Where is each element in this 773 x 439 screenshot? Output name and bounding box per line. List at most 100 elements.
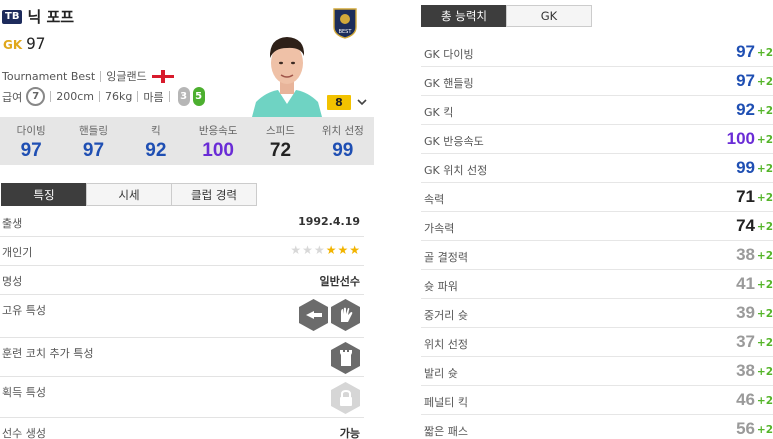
info-row-coach-traits: 훈련 코치 추가 특성 bbox=[0, 338, 364, 377]
attribute-bonus: +2 bbox=[756, 279, 773, 291]
attribute-bonus: +2 bbox=[756, 308, 773, 320]
star-empty-icon: ★ bbox=[302, 243, 313, 257]
season-nation-row: Tournament Best 잉글랜드 bbox=[2, 68, 174, 84]
attribute-bonus: +2 bbox=[756, 105, 773, 117]
divider bbox=[137, 91, 139, 102]
attribute-value: 39 bbox=[736, 303, 755, 322]
star-filled-icon: ★ bbox=[349, 243, 360, 257]
attribute-row: GK 다이빙 97 +2 bbox=[421, 38, 773, 67]
info-label: 고유 특성 bbox=[2, 304, 46, 317]
left-foot-rating: 3 bbox=[177, 87, 190, 106]
attribute-label: 골 결정력 bbox=[424, 251, 468, 264]
reputation-value: 일반선수 bbox=[319, 275, 360, 288]
position-ovr: GK 97 bbox=[3, 34, 45, 53]
creation-value: 가능 bbox=[339, 427, 360, 439]
position-label: GK bbox=[3, 38, 23, 52]
info-label: 획득 특성 bbox=[2, 386, 46, 399]
attribute-value: 71 bbox=[736, 187, 755, 206]
attribute-label: GK 반응속도 bbox=[424, 135, 484, 148]
attribute-bonus: +2 bbox=[756, 192, 773, 204]
info-label: 선수 생성 bbox=[2, 427, 46, 439]
club-logo: BEST bbox=[321, 1, 369, 45]
season-badge: TB bbox=[2, 9, 23, 24]
right-foot-rating: 5 bbox=[192, 87, 205, 106]
stat-speed: 스피드 72 bbox=[249, 117, 311, 165]
nation-name: 잉글랜드 bbox=[106, 70, 147, 83]
attribute-value: 74 bbox=[736, 216, 755, 235]
attribute-row: 발리 슛 38 +2 bbox=[421, 357, 773, 386]
tab-market-price[interactable]: 시세 bbox=[86, 183, 172, 206]
attribute-value: 97 bbox=[736, 42, 755, 61]
attribute-bonus: +2 bbox=[756, 134, 773, 146]
attribute-bonus: +2 bbox=[756, 163, 773, 175]
attribute-value: 56 bbox=[736, 419, 755, 438]
chevron-down-icon[interactable] bbox=[356, 96, 368, 108]
club-logo-text: BEST bbox=[339, 29, 353, 35]
profile-tabs: 특징 시세 클럽 경력 bbox=[1, 183, 257, 206]
attribute-row: 골 결정력 38 +2 bbox=[421, 241, 773, 270]
info-label: 출생 bbox=[2, 217, 23, 230]
birth-date: 1992.4.19 bbox=[298, 215, 360, 228]
stat-label: 킥 bbox=[150, 125, 161, 137]
stat-kicking: 킥 92 bbox=[125, 117, 187, 165]
attribute-row: GK 핸들링 97 +2 bbox=[421, 67, 773, 96]
attribute-value: 37 bbox=[736, 332, 755, 351]
tower-trait-icon[interactable] bbox=[331, 342, 360, 374]
attribute-value: 41 bbox=[736, 274, 755, 293]
attribute-panel: 총 능력치 GK GK 다이빙 97 +2 GK 핸들링 97 +2 GK 킥 92 +2 GK … bbox=[421, 0, 773, 439]
tab-gk[interactable]: GK bbox=[506, 5, 592, 27]
player-name-row: TB 닉 포프 bbox=[2, 6, 74, 27]
attribute-label: GK 위치 선정 bbox=[424, 164, 488, 177]
tab-club-career[interactable]: 클럽 경력 bbox=[171, 183, 257, 206]
info-label: 명성 bbox=[2, 275, 23, 288]
attribute-row: 위치 선정 37 +2 bbox=[421, 328, 773, 357]
attribute-value: 38 bbox=[736, 361, 755, 380]
attribute-bonus: +2 bbox=[756, 221, 773, 233]
attribute-label: 발리 슛 bbox=[424, 367, 458, 380]
attribute-label: GK 킥 bbox=[424, 106, 454, 119]
info-row-birth: 출생 1992.4.19 bbox=[0, 208, 364, 237]
attribute-row: GK 킥 92 +2 bbox=[421, 96, 773, 125]
star-empty-icon: ★ bbox=[313, 243, 325, 257]
attribute-bonus: +2 bbox=[756, 366, 773, 378]
attribute-label: 슛 파워 bbox=[424, 280, 458, 293]
attribute-label: 위치 선정 bbox=[424, 338, 468, 351]
player-name: 닉 포프 bbox=[27, 8, 75, 26]
tab-total-stats[interactable]: 총 능력치 bbox=[421, 5, 507, 27]
tab-traits[interactable]: 특징 bbox=[1, 183, 87, 206]
skill-move-stars: ★ ★ ★ ★ ★ ★ bbox=[290, 244, 360, 256]
stat-positioning: 위치 선정 99 bbox=[312, 117, 374, 165]
season-name: Tournament Best bbox=[2, 69, 96, 83]
player-profile-panel: TB 닉 포프 GK 97 Tournament Best 잉글랜드 급여 7 … bbox=[0, 0, 374, 439]
attribute-bonus: +2 bbox=[756, 47, 773, 59]
player-photo bbox=[252, 28, 322, 117]
gk-glove-trait-icon[interactable] bbox=[331, 299, 360, 331]
stat-reflexes: 반응속도 100 bbox=[187, 117, 249, 165]
divider bbox=[50, 91, 52, 102]
attribute-label: GK 핸들링 bbox=[424, 77, 474, 90]
attribute-label: 짧은 패스 bbox=[424, 425, 468, 438]
lock-icon[interactable] bbox=[331, 382, 360, 414]
upgrade-level-badge[interactable]: 8 bbox=[327, 95, 351, 110]
attribute-row: 속력 71 +2 bbox=[421, 183, 773, 212]
trait-info-list: 출생 1992.4.19 개인기 ★ ★ ★ ★ ★ ★ 명성 일반선수 고유 … bbox=[0, 208, 364, 439]
attribute-row: 페널티 킥 46 +2 bbox=[421, 386, 773, 415]
attribute-bonus: +2 bbox=[756, 250, 773, 262]
info-label: 개인기 bbox=[2, 246, 33, 259]
weight-value: 76kg bbox=[105, 90, 133, 103]
attribute-bonus: +2 bbox=[756, 337, 773, 349]
pay-value: 7 bbox=[26, 87, 46, 106]
stat-label: 위치 선정 bbox=[321, 125, 364, 137]
body-type-value: 마름 bbox=[143, 90, 164, 104]
coach-trait-icons bbox=[331, 342, 360, 374]
attribute-bonus: +2 bbox=[756, 395, 773, 407]
info-row-unique-traits: 고유 특성 bbox=[0, 295, 364, 338]
stat-label: 스피드 bbox=[265, 125, 295, 137]
star-empty-icon: ★ bbox=[290, 243, 302, 257]
long-throw-trait-icon[interactable] bbox=[299, 299, 328, 331]
stat-label: 반응속도 bbox=[198, 125, 238, 137]
attribute-label: GK 다이빙 bbox=[424, 48, 474, 61]
attribute-row: GK 반응속도 100 +2 bbox=[421, 125, 773, 154]
info-row-reputation: 명성 일반선수 bbox=[0, 266, 364, 295]
stat-value: 100 bbox=[202, 140, 234, 161]
